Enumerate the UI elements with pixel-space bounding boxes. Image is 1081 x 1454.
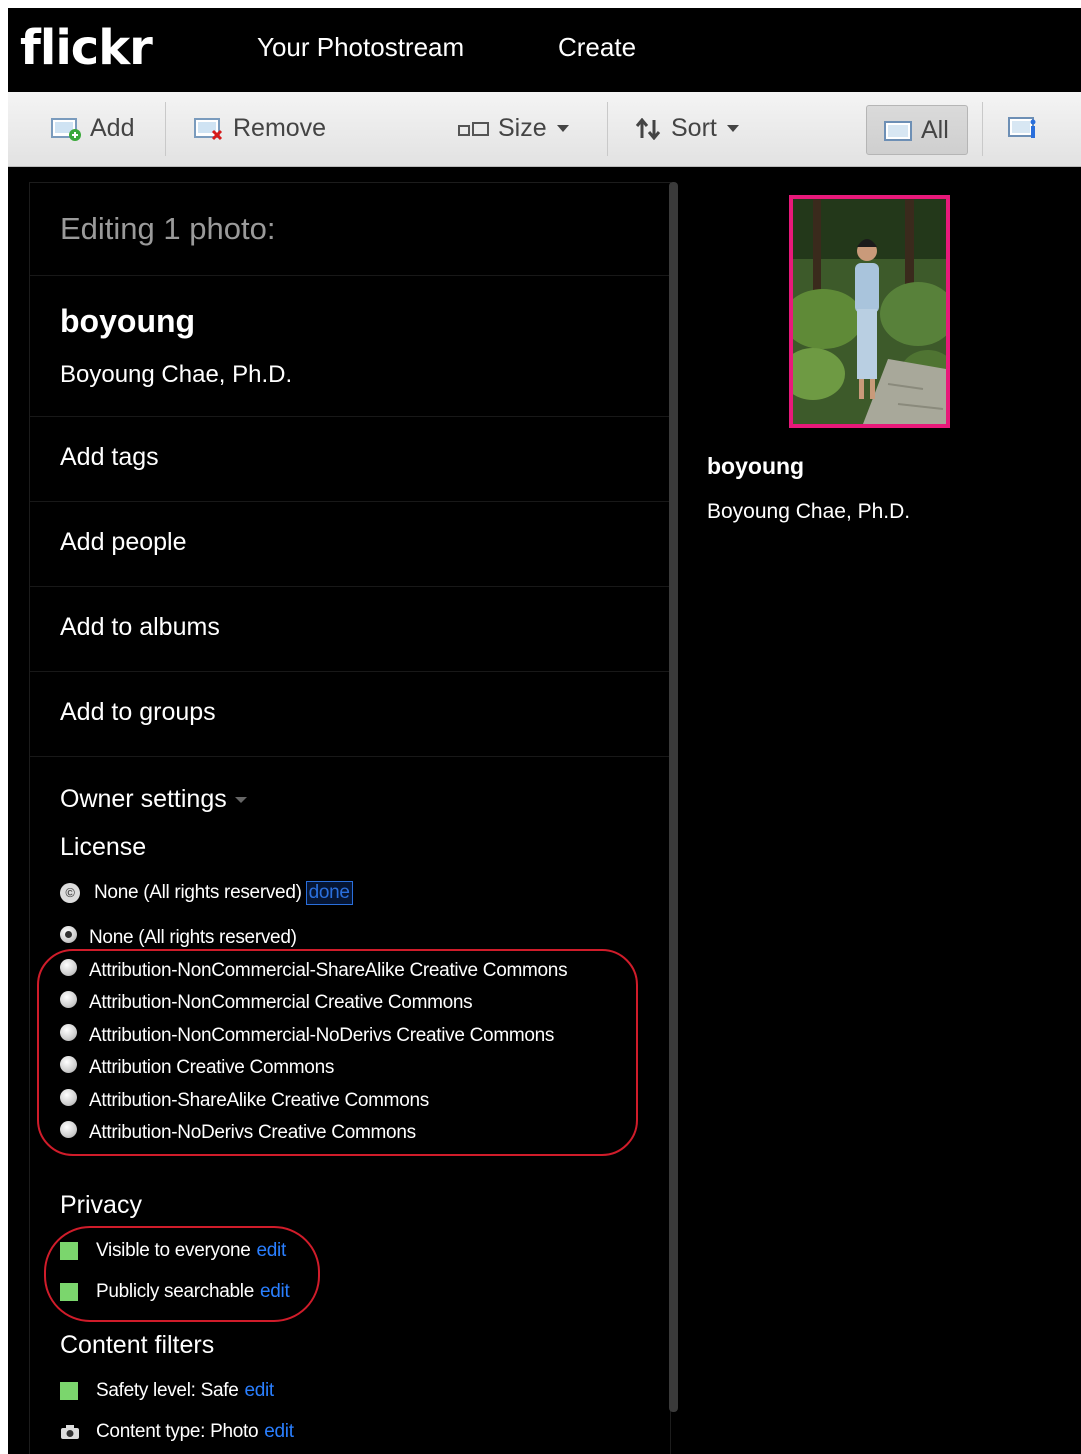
camera-icon (61, 1425, 79, 1439)
radio-button[interactable] (60, 925, 77, 943)
license-option[interactable]: None (All rights reserved) (60, 925, 297, 949)
organizer-toolbar: Add Remove Size Sort All (8, 92, 1081, 167)
select-all-content: All (883, 116, 949, 145)
toolbar-divider (607, 102, 608, 156)
add-tags-label: Add tags (60, 443, 159, 471)
toolbar-divider (165, 102, 166, 156)
remove-photo-icon (194, 117, 223, 140)
photo-description[interactable]: Boyoung Chae, Ph.D. (60, 361, 292, 389)
sort-label: Sort (671, 114, 717, 142)
license-done-link[interactable]: done (305, 881, 353, 905)
privacy-annotation-circle (44, 1226, 320, 1322)
add-people-row[interactable]: Add people (30, 501, 670, 587)
photo-info-icon (1008, 117, 1036, 138)
selected-photo-thumbnail[interactable] (789, 195, 950, 428)
sort-icon (635, 117, 661, 140)
content-type-edit-link[interactable]: edit (264, 1421, 294, 1443)
license-current: © None (All rights reserved) done (60, 881, 353, 905)
safety-level-edit-link[interactable]: edit (244, 1380, 274, 1402)
select-all-icon (884, 120, 912, 141)
license-annotation-circle (37, 949, 638, 1156)
top-nav: flickr Your Photostream Create (8, 8, 1081, 92)
app-window: flickr Your Photostream Create Add Remov… (8, 8, 1081, 1454)
chevron-down-icon (556, 125, 569, 132)
size-icon (458, 121, 489, 136)
selected-photo-title: boyoung (707, 453, 805, 479)
add-to-albums-row[interactable]: Add to albums (30, 586, 670, 672)
content-type-text: Content type: Photo (96, 1421, 259, 1442)
panel-scrollbar[interactable] (669, 182, 678, 1412)
license-current-value: None (All rights reserved) (94, 882, 302, 903)
title-description-section[interactable]: boyoung Boyoung Chae, Ph.D. (30, 275, 670, 417)
license-option-label: None (All rights reserved) (89, 927, 297, 948)
privacy-label: Privacy (60, 1191, 142, 1219)
content-type-row: Content type: Photo edit (60, 1421, 294, 1443)
editing-heading: Editing 1 photo: (60, 211, 276, 246)
photo-title[interactable]: boyoung (60, 303, 195, 340)
remove-label: Remove (233, 114, 327, 142)
chevron-down-icon (726, 125, 739, 132)
nav-your-photostream[interactable]: Your Photostream (257, 32, 464, 63)
owner-settings-label: Owner settings (60, 785, 227, 813)
editing-header: Editing 1 photo: (30, 183, 670, 276)
add-people-label: Add people (60, 528, 187, 556)
add-to-groups-row[interactable]: Add to groups (30, 671, 670, 757)
size-label: Size (498, 114, 547, 142)
add-tags-row[interactable]: Add tags (30, 416, 670, 502)
sort-dropdown[interactable]: Sort (635, 114, 739, 143)
select-all-button[interactable]: All (866, 105, 968, 155)
copyright-icon: © (60, 883, 80, 903)
safety-level-text: Safety level: Safe (96, 1380, 239, 1401)
add-photo-icon (51, 117, 81, 141)
safety-level-row: Safety level: Safe edit (60, 1380, 274, 1402)
add-to-albums-label: Add to albums (60, 613, 220, 641)
selected-photo-description: Boyoung Chae, Ph.D. (707, 500, 911, 523)
add-to-groups-label: Add to groups (60, 698, 216, 726)
chevron-down-icon (234, 796, 247, 803)
size-dropdown[interactable]: Size (458, 114, 569, 143)
status-check-icon (60, 1382, 78, 1400)
photo-image (793, 199, 946, 424)
flickr-logo[interactable]: flickr (20, 20, 153, 76)
add-label: Add (90, 114, 135, 142)
remove-button[interactable]: Remove (193, 114, 326, 143)
license-label: License (60, 833, 147, 861)
toolbar-divider (982, 102, 983, 156)
info-button[interactable] (1007, 114, 1041, 142)
owner-settings-toggle[interactable]: Owner settings (60, 785, 247, 814)
edit-panel: Editing 1 photo: boyoung Boyoung Chae, P… (29, 182, 671, 1454)
add-button[interactable]: Add (50, 114, 134, 143)
content-filters-label: Content filters (60, 1331, 215, 1359)
all-label: All (921, 116, 949, 144)
nav-create[interactable]: Create (558, 32, 636, 63)
